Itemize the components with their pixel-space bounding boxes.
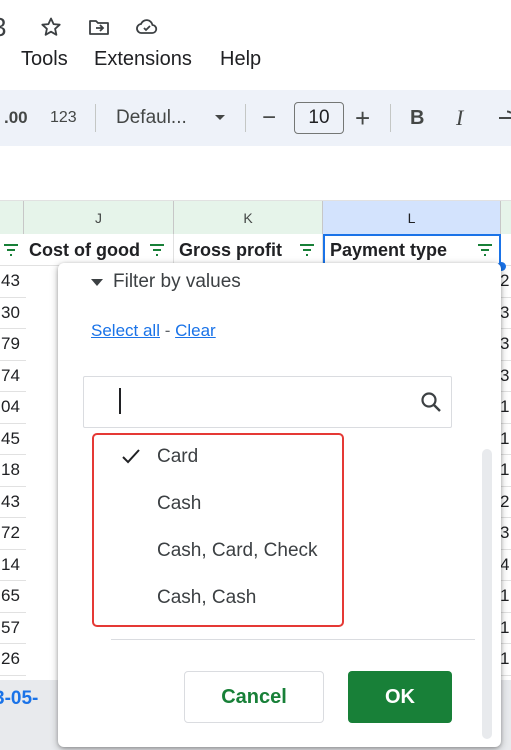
clear-link[interactable]: Clear <box>175 321 216 340</box>
decrease-font-size-button[interactable]: − <box>262 90 276 146</box>
filter-icon[interactable] <box>476 241 494 259</box>
header-cell-label: Cost of good <box>29 239 140 260</box>
toolbar-divider <box>245 104 246 132</box>
menu-tools[interactable]: Tools <box>21 48 68 71</box>
table-cell[interactable]: 2 <box>500 487 511 518</box>
filter-dropdown: Filter by values Select all - Clear Card… <box>58 263 501 747</box>
toolbar: .00 123 Defaul... − 10 + B I <box>0 90 511 146</box>
filter-value-label: Card <box>157 446 199 467</box>
filter-icon[interactable] <box>2 241 20 259</box>
filter-value-cash-card-check[interactable]: Cash, Card, Check <box>94 529 342 573</box>
text-cursor <box>119 388 121 414</box>
font-size-input[interactable]: 10 <box>294 102 344 134</box>
menu-help[interactable]: Help <box>220 48 261 71</box>
filter-value-cash-cash[interactable]: Cash, Cash <box>94 576 342 620</box>
table-cell[interactable]: 1 <box>500 392 511 424</box>
search-icon[interactable] <box>419 390 443 414</box>
cancel-button[interactable]: Cancel <box>184 671 324 723</box>
table-cell[interactable]: 1 <box>500 455 511 487</box>
header-row: Cost of good Gross profit Payment type <box>0 234 511 266</box>
column-header-partial[interactable] <box>501 201 511 235</box>
font-family-select[interactable]: Defaul... <box>116 90 187 146</box>
table-cell[interactable]: 30 <box>0 298 26 329</box>
table-cell[interactable]: 57 <box>0 613 26 644</box>
strikethrough-icon[interactable] <box>497 90 511 146</box>
table-cell[interactable]: 1 <box>500 613 511 644</box>
filter-by-values-toggle[interactable]: Filter by values <box>113 271 241 293</box>
table-cell[interactable]: 79 <box>0 329 26 361</box>
table-cell[interactable]: 3 <box>500 518 511 550</box>
date-cell[interactable]: 3-05- <box>0 688 38 710</box>
table-cell[interactable]: 3 <box>500 298 511 329</box>
table-cell[interactable]: 04 <box>0 392 26 424</box>
column-header-k[interactable]: K <box>174 201 323 235</box>
select-all-link[interactable]: Select all <box>91 321 160 340</box>
table-cell[interactable]: 18 <box>0 455 26 487</box>
partial-right-column: 2 3 3 3 1 1 1 2 3 4 1 1 1 <box>500 266 511 676</box>
filter-icon[interactable] <box>148 241 166 259</box>
table-cell[interactable]: 4 <box>500 550 511 581</box>
filter-value-label: Cash, Cash <box>157 587 257 608</box>
link-separator: - <box>159 321 176 340</box>
column-header-j[interactable]: J <box>24 201 174 235</box>
dropdown-scrollbar[interactable] <box>482 449 492 739</box>
filter-value-label: Cash, Card, Check <box>157 540 318 561</box>
ok-button[interactable]: OK <box>348 671 452 723</box>
table-cell[interactable]: 3 <box>500 361 511 392</box>
filter-value-cash[interactable]: Cash <box>94 482 342 526</box>
table-cell[interactable]: 43 <box>0 266 26 298</box>
filter-value-label: Cash <box>157 493 202 514</box>
table-cell[interactable]: 26 <box>0 644 26 676</box>
title-bar: 3 <box>0 8 511 44</box>
collapse-caret-icon[interactable] <box>91 279 103 286</box>
table-cell[interactable]: 3 <box>500 329 511 361</box>
header-cell-label: Gross profit <box>179 239 283 260</box>
table-cell[interactable]: 1 <box>500 424 511 455</box>
chevron-down-icon[interactable] <box>214 90 226 146</box>
table-cell[interactable]: 43 <box>0 487 26 518</box>
filter-search-input[interactable] <box>83 376 452 428</box>
filter-values-list: Card Cash Cash, Card, Check Cash, Cash <box>92 433 344 627</box>
italic-button[interactable]: I <box>456 90 463 146</box>
column-header-l[interactable]: L <box>323 201 501 235</box>
table-cell[interactable]: 1 <box>500 644 511 676</box>
filter-icon[interactable] <box>298 241 316 259</box>
move-folder-icon[interactable] <box>86 14 112 40</box>
checkmark-icon <box>122 449 140 464</box>
menu-extensions[interactable]: Extensions <box>94 48 192 71</box>
star-icon[interactable] <box>38 14 64 40</box>
toolbar-divider <box>390 104 391 132</box>
toolbar-divider <box>95 104 96 132</box>
divider <box>111 639 475 640</box>
table-cell[interactable]: 1 <box>500 581 511 613</box>
increase-font-size-button[interactable]: + <box>355 90 370 146</box>
filter-value-card[interactable]: Card <box>94 435 342 479</box>
table-cell[interactable]: 14 <box>0 550 26 581</box>
header-cell-payment-type[interactable]: Payment type <box>323 234 501 266</box>
cloud-saved-icon[interactable] <box>134 14 160 40</box>
select-links: Select all - Clear <box>91 321 216 341</box>
table-cell[interactable]: 74 <box>0 361 26 392</box>
header-cell-label: Payment type <box>330 239 448 260</box>
table-cell[interactable]: 65 <box>0 581 26 613</box>
increase-decimal-button[interactable]: .00 <box>4 90 28 146</box>
table-cell[interactable]: 72 <box>0 518 26 550</box>
doc-title-partial: 3 <box>0 12 6 43</box>
number-format-button[interactable]: 123 <box>50 90 77 146</box>
table-cell[interactable]: 45 <box>0 424 26 455</box>
partial-column-values: 43 30 79 74 04 45 18 43 72 14 65 57 26 <box>0 266 26 676</box>
column-header-partial[interactable] <box>0 201 24 235</box>
bold-button[interactable]: B <box>410 90 424 146</box>
column-headers: J K L <box>0 200 511 235</box>
menu-bar: Tools Extensions Help <box>0 44 511 74</box>
